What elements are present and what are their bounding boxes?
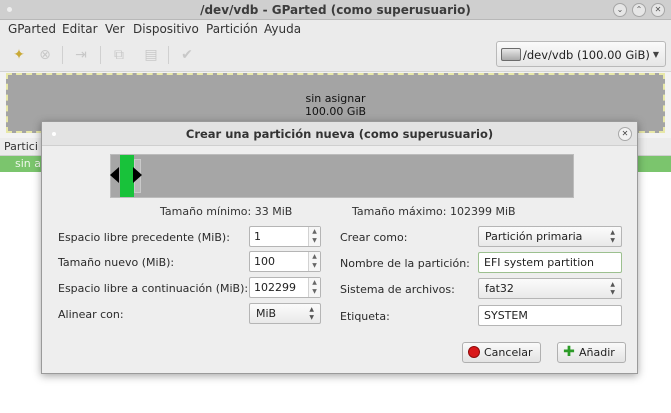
new-partition-icon[interactable]: ✦ <box>10 46 28 64</box>
partition-row-label: sin a <box>15 157 41 170</box>
resize-handle-right-icon[interactable] <box>133 167 142 183</box>
chevron-down-icon: ▼ <box>652 50 659 59</box>
new-size-label: Tamaño nuevo (MiB): <box>58 256 175 269</box>
partition-name-value: EFI system partition <box>484 256 594 269</box>
disk-map-label: sin asignar <box>305 92 366 105</box>
cancel-icon <box>468 346 480 358</box>
partition-resizer[interactable] <box>110 154 574 198</box>
menu-particion[interactable]: Partición <box>206 22 258 36</box>
column-partition-header[interactable]: Partici <box>4 140 38 153</box>
close-window-icon[interactable]: ✕ <box>651 3 665 17</box>
device-selector[interactable]: /dev/vdb (100.00 GiB) ▼ <box>496 41 666 67</box>
filesystem-value: fat32 <box>485 282 514 295</box>
create-as-label: Crear como: <box>340 231 408 244</box>
max-size-text: Tamaño máximo: 102399 MiB <box>352 205 516 218</box>
add-button-label: Añadir <box>579 346 615 359</box>
free-before-spinbox[interactable]: 1 ▲ ▼ <box>249 226 321 247</box>
combo-arrows-icon: ▲ ▼ <box>610 229 615 244</box>
filesystem-label: Sistema de archivos: <box>340 283 455 296</box>
combo-arrows-icon: ▲ ▼ <box>610 281 615 296</box>
menu-gparted[interactable]: GParted <box>8 22 56 36</box>
paste-icon[interactable]: ▤ <box>142 46 160 64</box>
free-after-value: 102299 <box>254 281 296 294</box>
cancel-button-label: Cancelar <box>484 346 533 359</box>
label-input[interactable]: SYSTEM <box>478 305 622 326</box>
copy-icon[interactable]: ⧉ <box>110 46 128 64</box>
min-size-text: Tamaño mínimo: 33 MiB <box>160 205 293 218</box>
add-button[interactable]: ✚ Añadir <box>557 342 626 363</box>
minimize-icon[interactable]: ⌄ <box>613 3 627 17</box>
menu-editar[interactable]: Editar <box>62 22 98 36</box>
partition-name-input[interactable]: EFI system partition <box>478 252 622 273</box>
cancel-button[interactable]: Cancelar <box>462 342 541 363</box>
filesystem-combo[interactable]: fat32 ▲ ▼ <box>478 278 622 299</box>
new-size-spinbox[interactable]: 100 ▲ ▼ <box>249 251 321 272</box>
free-before-value: 1 <box>254 230 261 243</box>
free-after-label: Espacio libre a continuación (MiB): <box>58 282 249 295</box>
dialog-titlebar: Crear una partición nueva (como superusu… <box>42 122 637 146</box>
align-value: MiB <box>256 307 277 320</box>
label-value: SYSTEM <box>484 309 528 322</box>
create-partition-dialog: Crear una partición nueva (como superusu… <box>41 121 638 374</box>
apply-icon[interactable]: ✔ <box>178 46 196 64</box>
spin-arrows-icon[interactable]: ▲ ▼ <box>308 278 320 297</box>
create-as-combo[interactable]: Partición primaria ▲ ▼ <box>478 226 622 247</box>
free-before-label: Espacio libre precedente (MiB): <box>58 231 230 244</box>
window-title: /dev/vdb - GParted (como superusuario) <box>200 3 471 17</box>
label-field-label: Etiqueta: <box>340 310 390 323</box>
align-combo[interactable]: MiB ▲ ▼ <box>249 303 321 324</box>
create-as-value: Partición primaria <box>485 230 583 243</box>
resize-handle-left-icon[interactable] <box>110 167 119 183</box>
spin-arrows-icon[interactable]: ▲ ▼ <box>308 252 320 271</box>
partition-size-bar[interactable] <box>120 155 134 197</box>
menu-ayuda[interactable]: Ayuda <box>264 22 301 36</box>
free-after-spinbox[interactable]: 102299 ▲ ▼ <box>249 277 321 298</box>
align-label: Alinear con: <box>58 308 124 321</box>
window-titlebar: /dev/vdb - GParted (como superusuario) ⌄… <box>0 0 671 20</box>
disk-map-size: 100.00 GiB <box>304 105 367 118</box>
menu-dispositivo[interactable]: Dispositivo <box>133 22 199 36</box>
delete-icon[interactable]: ⊗ <box>36 46 54 64</box>
harddisk-icon <box>501 48 521 61</box>
dialog-title: Crear una partición nueva (como superusu… <box>185 127 494 141</box>
maximize-icon[interactable]: ⌃ <box>632 3 646 17</box>
spin-arrows-icon[interactable]: ▲ ▼ <box>308 227 320 246</box>
add-icon: ✚ <box>563 344 575 360</box>
partition-name-label: Nombre de la partición: <box>340 257 470 270</box>
device-selector-label: /dev/vdb (100.00 GiB) <box>523 48 650 62</box>
menubar: GParted Editar Ver Dispositivo Partición… <box>0 20 671 38</box>
new-size-value: 100 <box>254 255 275 268</box>
combo-arrows-icon: ▲ ▼ <box>309 306 314 321</box>
menu-ver[interactable]: Ver <box>105 22 125 36</box>
dialog-close-icon[interactable]: ✕ <box>618 127 632 141</box>
resize-move-icon[interactable]: ⇥ <box>72 46 90 64</box>
